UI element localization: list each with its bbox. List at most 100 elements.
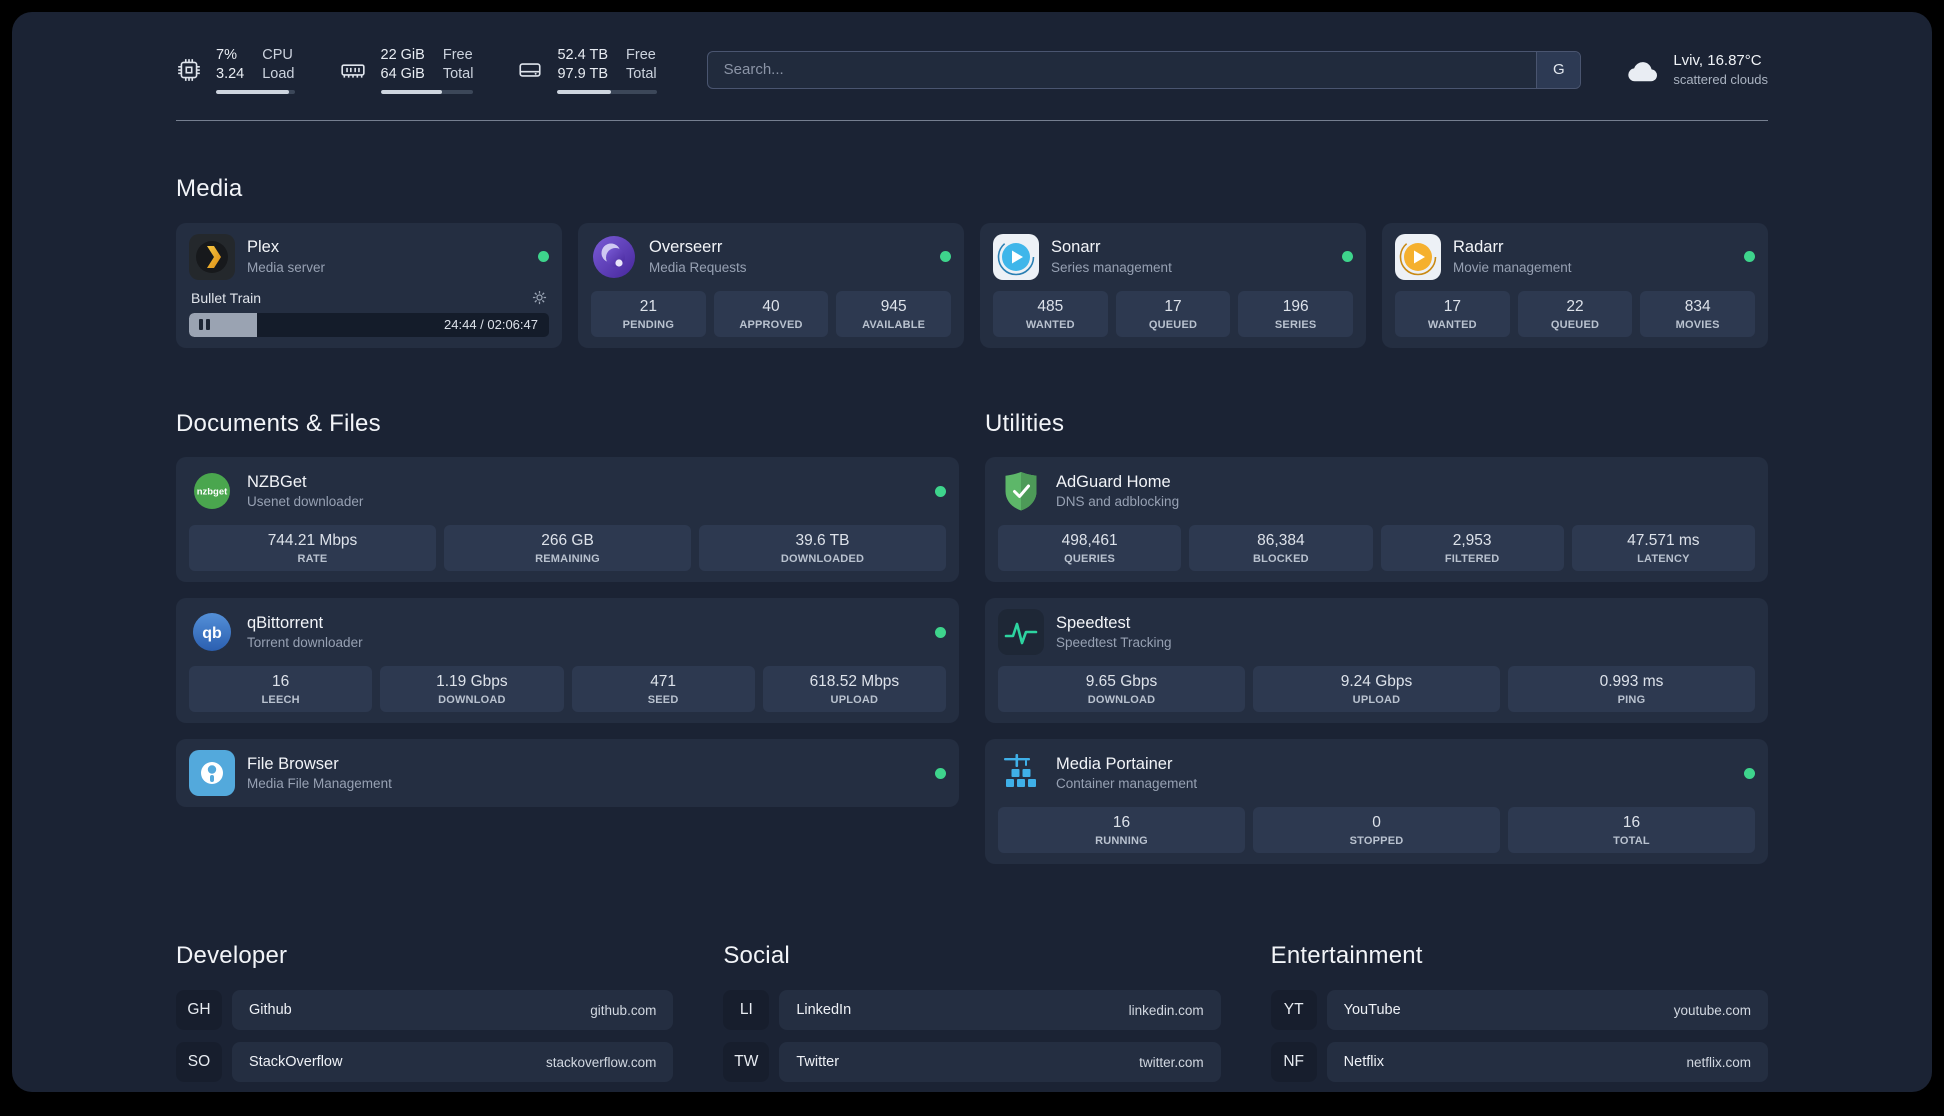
status-dot <box>538 251 549 263</box>
portainer-icon <box>998 750 1044 796</box>
service-card-qbittorrent[interactable]: qb qBittorrent Torrent downloader 16 LEE… <box>176 598 959 724</box>
stat-tile: 47.571 ms LATENCY <box>1571 525 1755 572</box>
stat-tile: 16 TOTAL <box>1508 807 1755 854</box>
service-name: Radarr <box>1453 238 1504 257</box>
stat-tile: 196 SERIES <box>1238 290 1353 337</box>
service-card-nzbget[interactable]: nzbget NZBGet Usenet downloader 744.21 M… <box>176 457 959 583</box>
disk-widget: 52.4 TB 97.9 TB Free Total <box>517 46 657 94</box>
stat-tile: 1.19 Gbps DOWNLOAD <box>380 666 564 713</box>
radarr-icon <box>1395 233 1441 280</box>
nzbget-icon: nzbget <box>189 468 235 514</box>
service-name: Plex <box>247 238 280 257</box>
disk-label: Free <box>626 47 656 63</box>
status-dot <box>1744 251 1755 263</box>
bookmark-link-stackoverflow[interactable]: StackOverflow stackoverflow.com <box>232 1042 674 1083</box>
service-desc: DNS and adblocking <box>1056 494 1180 510</box>
stat-tile: 21 PENDING <box>591 290 706 337</box>
stat-tile: 485 WANTED <box>993 290 1108 337</box>
disk-total: 97.9 TB <box>557 65 609 82</box>
service-card-adguard[interactable]: AdGuard Home DNS and adblocking 498,461 … <box>985 457 1768 583</box>
memory-label-2: Total <box>442 65 474 82</box>
section-utilities: Utilities AdGuard Home DNS and adblockin… <box>985 390 1768 865</box>
service-card-speedtest[interactable]: Speedtest Speedtest Tracking 9.65 Gbps D… <box>985 598 1768 724</box>
bookmark-row: GH Github github.com <box>176 990 674 1031</box>
stat-tile: 9.65 Gbps DOWNLOAD <box>998 666 1245 713</box>
bookmark-row: LI LinkedIn linkedin.com <box>723 990 1221 1031</box>
social-section-title: Social <box>723 942 790 970</box>
media-section-title: Media <box>176 174 243 202</box>
documents-section-title: Documents & Files <box>176 409 381 437</box>
settings-gear-icon[interactable] <box>532 290 547 305</box>
pause-icon[interactable] <box>199 319 210 331</box>
stat-tile: 17 QUEUED <box>1115 290 1231 337</box>
stat-tile: 86,384 BLOCKED <box>1189 525 1373 572</box>
bookmark-link-twitter[interactable]: Twitter twitter.com <box>779 1042 1221 1083</box>
service-name: qBittorrent <box>247 613 324 632</box>
stat-tile: 40 APPROVED <box>713 290 829 337</box>
bookmark-abbr: NF <box>1270 1042 1317 1083</box>
nzbget-icon-text: nzbget <box>197 487 228 498</box>
stat-tile: 498,461 QUERIES <box>998 525 1182 572</box>
status-dot <box>1342 251 1353 263</box>
service-desc: Media File Management <box>247 776 392 792</box>
topbar: 7% 3.24 CPU Load 22 GiB 64 GiB Free Tota… <box>176 12 1768 94</box>
service-name: Media Portainer <box>1056 754 1173 773</box>
service-card-portainer[interactable]: Media Portainer Container management 16 … <box>985 739 1768 865</box>
service-card-filebrowser[interactable]: File Browser Media File Management <box>176 739 959 808</box>
cpu-bar <box>216 89 295 94</box>
stat-tile: 16 LEECH <box>189 666 373 713</box>
service-name: File Browser <box>247 754 339 773</box>
bookmark-abbr: LI <box>723 990 770 1031</box>
cpu-widget: 7% 3.24 CPU Load <box>176 46 295 94</box>
stat-tile: 945 AVAILABLE <box>836 290 951 337</box>
stat-tile: 618.52 Mbps UPLOAD <box>762 666 946 713</box>
bookmark-link-github[interactable]: Github github.com <box>232 990 674 1031</box>
service-name: Speedtest <box>1056 613 1131 632</box>
weather-widget[interactable]: Lviv, 16.87°C scattered clouds <box>1625 51 1768 89</box>
service-desc: Usenet downloader <box>247 494 364 510</box>
stat-tile: 9.24 Gbps UPLOAD <box>1253 666 1500 713</box>
stat-tile: 0 STOPPED <box>1253 807 1500 854</box>
stat-tile: 834 MOVIES <box>1640 290 1755 337</box>
plex-now-playing: Bullet Train 24:44 / 02:06:47 <box>189 288 549 337</box>
cpu-percent: 7% <box>216 47 237 63</box>
bookmark-abbr: TW <box>723 1042 770 1083</box>
memory-free: 22 GiB <box>380 47 425 63</box>
weather-location: Lviv, 16.87°C <box>1673 51 1762 69</box>
topbar-divider <box>176 119 1768 121</box>
search-bar: G <box>706 50 1582 89</box>
bookmark-link-youtube[interactable]: YouTube youtube.com <box>1326 990 1768 1031</box>
section-entertainment: Entertainment YT YouTube youtube.com NF … <box>1270 922 1768 1092</box>
service-desc: Torrent downloader <box>247 635 363 651</box>
service-desc: Container management <box>1056 776 1198 792</box>
stat-tile: 2,953 FILTERED <box>1380 525 1564 572</box>
disk-label-2: Total <box>626 65 657 82</box>
sonarr-icon <box>993 233 1039 280</box>
service-card-radarr[interactable]: Radarr Movie management 17 WANTED 22 QUE… <box>1382 222 1768 348</box>
service-card-overseerr[interactable]: Overseerr Media Requests 21 PENDING 40 A… <box>578 222 964 348</box>
filebrowser-icon <box>189 750 235 797</box>
adguard-icon <box>998 468 1044 514</box>
qbittorrent-icon: qb <box>189 609 235 655</box>
bookmark-link-netflix[interactable]: Netflix netflix.com <box>1326 1042 1768 1083</box>
stat-tile: 16 RUNNING <box>998 807 1245 854</box>
cpu-label: CPU <box>262 47 293 63</box>
service-card-plex[interactable]: Plex Media server Bullet Train 24:44 / 0… <box>176 222 562 348</box>
disk-bar <box>557 89 657 94</box>
search-provider-button[interactable]: G <box>1536 51 1581 88</box>
section-developer: Developer GH Github github.com SO StackO… <box>176 922 674 1092</box>
search-input[interactable] <box>707 51 1537 88</box>
memory-bar <box>380 89 474 94</box>
bookmark-abbr: GH <box>176 990 222 1031</box>
developer-section-title: Developer <box>176 942 288 970</box>
section-social: Social LI LinkedIn linkedin.com TW Twitt… <box>723 922 1221 1092</box>
player-progress-bar[interactable]: 24:44 / 02:06:47 <box>189 312 549 337</box>
status-dot <box>935 626 946 638</box>
memory-icon <box>340 64 365 78</box>
bookmark-row: TW Twitter twitter.com <box>723 1042 1221 1083</box>
stat-tile: 744.21 Mbps RATE <box>189 525 436 572</box>
bookmark-link-linkedin[interactable]: LinkedIn linkedin.com <box>779 990 1221 1031</box>
service-desc: Media Requests <box>649 259 747 275</box>
service-card-sonarr[interactable]: Sonarr Series management 485 WANTED 17 Q… <box>980 222 1366 348</box>
stat-tile: 471 SEED <box>571 666 755 713</box>
